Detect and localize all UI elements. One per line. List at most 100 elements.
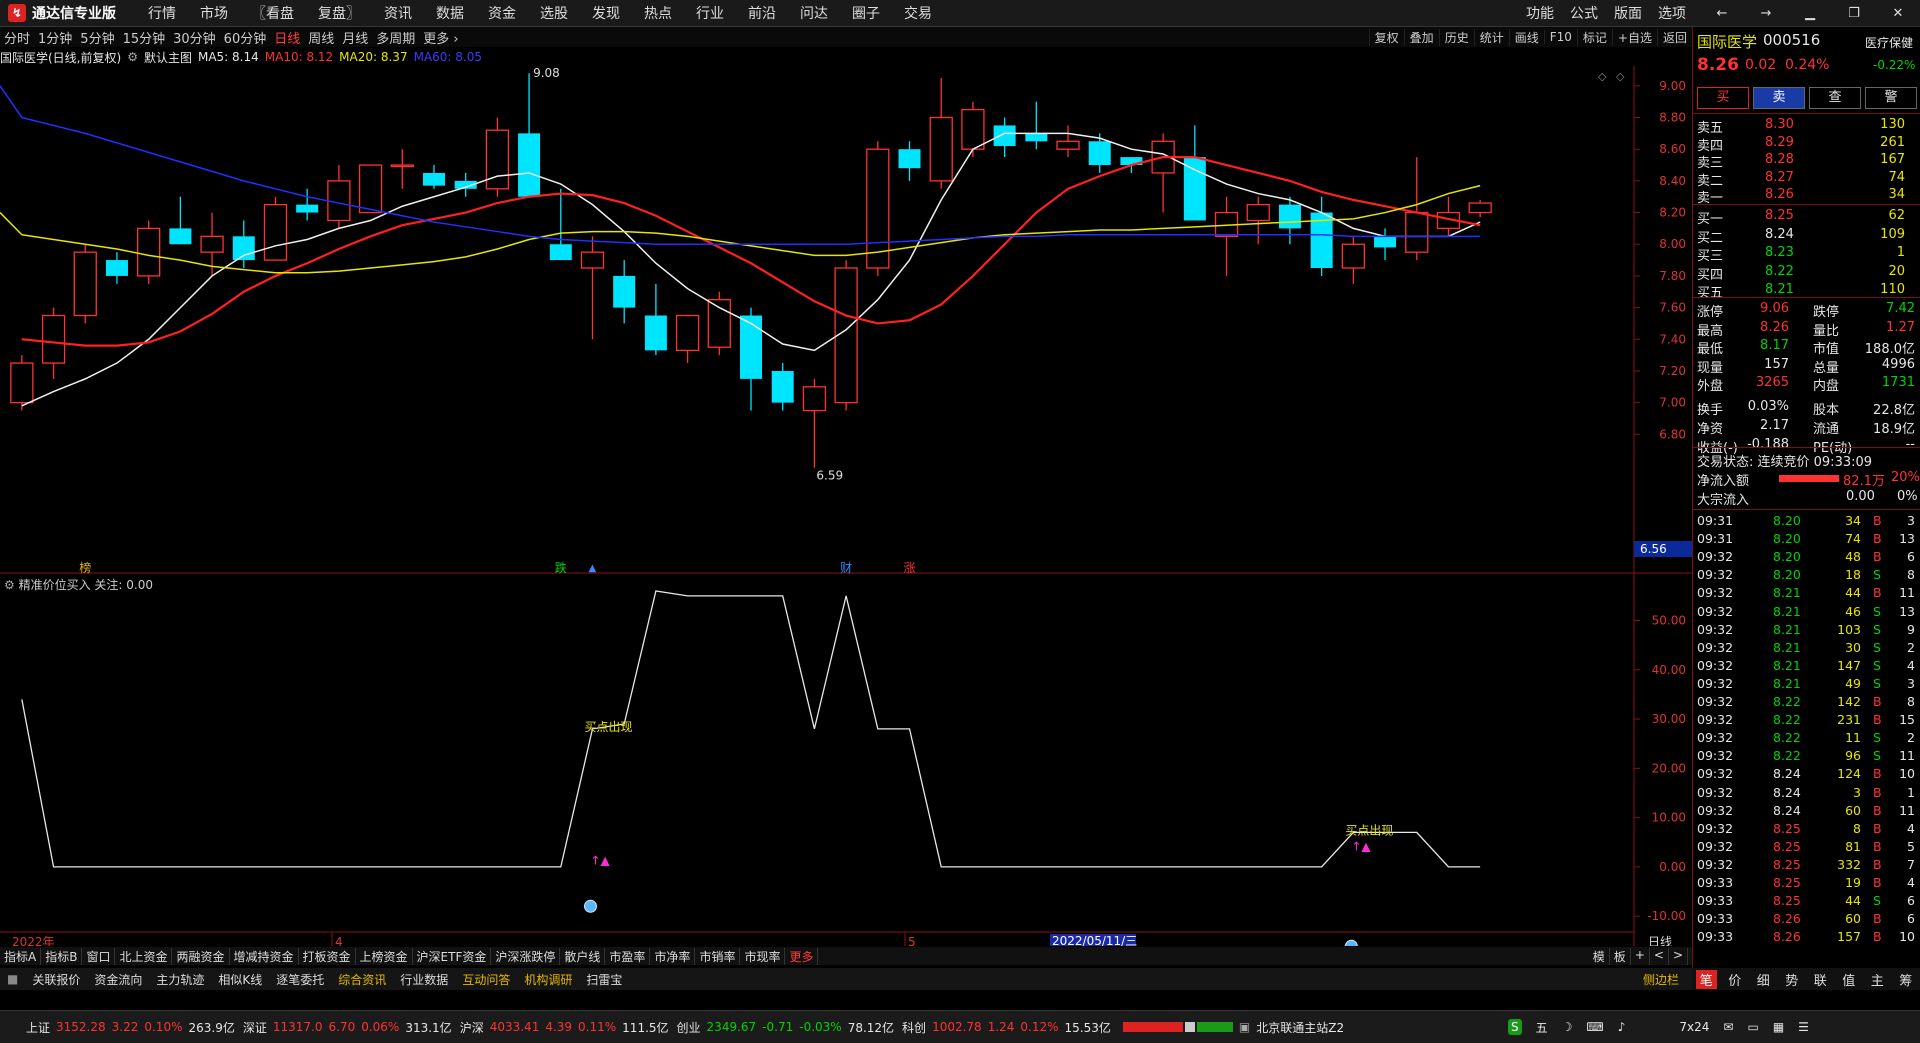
indicator-tab-0[interactable]: 指标A xyxy=(0,947,42,965)
chart-tool-8[interactable]: 返回 xyxy=(1656,28,1692,46)
event-arrow-icon[interactable]: ▲ xyxy=(588,563,596,574)
candle[interactable] xyxy=(263,196,288,261)
settings-icon[interactable]: ⚙ xyxy=(127,50,138,64)
menu-item-7[interactable]: 选股 xyxy=(528,3,580,23)
period-tab-0[interactable]: 分时 xyxy=(0,28,34,47)
menu-item-10[interactable]: 行业 xyxy=(684,3,736,23)
keyboard-icon[interactable]: ⌨ xyxy=(1586,1020,1603,1034)
chart-tool-1[interactable]: 叠加 xyxy=(1403,28,1439,46)
info-tab-1[interactable]: 资金流向 xyxy=(87,971,149,988)
menu-item-8[interactable]: 发现 xyxy=(580,3,632,23)
quote-tab-5[interactable]: 值 xyxy=(1838,970,1859,989)
indicator-tab-15[interactable]: 更多 xyxy=(785,947,819,965)
indicator-tab-9[interactable]: 沪深涨跌停 xyxy=(491,947,561,965)
index-label[interactable]: 沪深 xyxy=(460,1019,484,1036)
candle[interactable] xyxy=(866,141,890,276)
minimize-icon[interactable]: ▁ xyxy=(1788,6,1832,21)
moon-icon[interactable]: ☽ xyxy=(1562,1020,1573,1034)
chart-tool-2[interactable]: 历史 xyxy=(1438,28,1474,46)
voice-icon[interactable]: ♪ xyxy=(1618,1020,1626,1034)
collapse-icon[interactable]: ◇ xyxy=(1616,70,1625,83)
quote-tab-7[interactable]: 筹 xyxy=(1895,970,1916,989)
indicator-settings-icon[interactable]: ⚙ xyxy=(4,578,15,592)
ask-row[interactable]: 卖三 8.28 167 xyxy=(1693,152,1920,171)
event-mark[interactable]: 榜 xyxy=(79,560,91,575)
menu-item-11[interactable]: 前沿 xyxy=(736,3,788,23)
grid-icon[interactable]: ▦ xyxy=(1773,1020,1784,1034)
index-label[interactable]: 创业 xyxy=(677,1019,701,1036)
menu-function[interactable]: 功能 xyxy=(1518,3,1562,23)
board-button[interactable]: 板 xyxy=(1610,947,1631,965)
menu-item-4[interactable]: 资讯 xyxy=(372,3,424,23)
menu-item-1[interactable]: 市场 xyxy=(188,3,240,23)
restore-icon[interactable]: ❐ xyxy=(1832,6,1876,21)
sector-name[interactable]: 医疗保健 xyxy=(1865,34,1913,51)
menu-item-3[interactable]: 复盘〗 xyxy=(306,3,372,23)
menu-item-2[interactable]: 〖看盘 xyxy=(240,3,306,23)
quote-tab-6[interactable]: 主 xyxy=(1867,970,1888,989)
info-tab-3[interactable]: 相似K线 xyxy=(211,971,269,988)
period-tab-7[interactable]: 周线 xyxy=(304,28,338,47)
ask-row[interactable]: 卖一 8.26 34 xyxy=(1693,187,1920,206)
input-mode[interactable]: 五 xyxy=(1536,1019,1548,1036)
sell-button[interactable]: 卖 xyxy=(1753,87,1805,109)
event-mark[interactable]: 财 xyxy=(840,561,852,575)
period-tab-6[interactable]: 日线 xyxy=(270,28,304,47)
bid-row[interactable]: 买二 8.24 109 xyxy=(1693,227,1920,246)
info-tab-7[interactable]: 互动问答 xyxy=(455,971,517,988)
ask-row[interactable]: 卖五 8.30 130 xyxy=(1693,117,1920,136)
candle[interactable] xyxy=(707,291,731,356)
menu-item-12[interactable]: 问达 xyxy=(788,3,840,23)
period-tab-2[interactable]: 5分钟 xyxy=(76,28,118,47)
chart-tool-4[interactable]: 画线 xyxy=(1508,28,1544,46)
menu-options[interactable]: 选项 xyxy=(1650,3,1694,23)
period-tab-10[interactable]: 更多 › xyxy=(419,28,462,47)
monitor-icon[interactable]: ▭ xyxy=(1747,1020,1758,1034)
indicator-tab-2[interactable]: 窗口 xyxy=(82,947,116,965)
bid-row[interactable]: 买一 8.25 62 xyxy=(1693,208,1920,227)
index-label[interactable]: 上证 xyxy=(26,1019,50,1036)
tab-next-button[interactable]: > xyxy=(1669,947,1688,965)
indicator-tab-7[interactable]: 上榜资金 xyxy=(356,947,413,965)
buy-button[interactable]: 买 xyxy=(1697,87,1749,109)
news-7x24[interactable]: 7x24 xyxy=(1679,1020,1709,1034)
period-tab-9[interactable]: 多周期 xyxy=(372,28,419,47)
indicator-tab-6[interactable]: 打板资金 xyxy=(299,947,356,965)
info-tab-5[interactable]: 综合资讯 xyxy=(331,971,393,988)
list-icon[interactable]: ☰ xyxy=(1798,1020,1809,1034)
add-tab-button[interactable]: + xyxy=(1631,947,1650,965)
chart-template[interactable]: 默认主图 xyxy=(144,49,192,66)
menu-item-9[interactable]: 热点 xyxy=(632,3,684,23)
ask-row[interactable]: 卖二 8.27 74 xyxy=(1693,170,1920,189)
info-tab-0[interactable]: 关联报价 xyxy=(25,971,87,988)
stop-icon[interactable]: ■ xyxy=(0,972,25,986)
chart-tool-6[interactable]: 标记 xyxy=(1576,28,1612,46)
chart-tool-3[interactable]: 统计 xyxy=(1473,28,1509,46)
forward-icon[interactable]: → xyxy=(1744,6,1788,21)
tab-prev-button[interactable]: < xyxy=(1650,947,1669,965)
menu-item-5[interactable]: 数据 xyxy=(424,3,476,23)
s-logo-icon[interactable]: S xyxy=(1508,1019,1522,1035)
candle[interactable] xyxy=(137,220,161,284)
period-tab-4[interactable]: 30分钟 xyxy=(169,28,220,47)
info-tab-8[interactable]: 机构调研 xyxy=(517,971,579,988)
chart-tool-0[interactable]: 复权 xyxy=(1368,28,1404,46)
quote-tab-3[interactable]: 势 xyxy=(1781,970,1802,989)
indicator-tab-5[interactable]: 增减持资金 xyxy=(230,947,299,965)
chart-tool-7[interactable]: +自选 xyxy=(1611,28,1657,46)
indicator-tab-12[interactable]: 市净率 xyxy=(650,947,696,965)
quote-tab-1[interactable]: 价 xyxy=(1724,970,1745,989)
indicator-tab-8[interactable]: 沪深ETF资金 xyxy=(413,947,492,965)
quote-tab-2[interactable]: 细 xyxy=(1753,970,1774,989)
menu-layout[interactable]: 版面 xyxy=(1606,3,1650,23)
indicator-tab-1[interactable]: 指标B xyxy=(41,947,83,965)
indicator-tab-13[interactable]: 市销率 xyxy=(695,947,741,965)
menu-formula[interactable]: 公式 xyxy=(1562,3,1606,23)
chart-tool-5[interactable]: F10 xyxy=(1543,30,1577,44)
menu-item-0[interactable]: 行情 xyxy=(136,3,188,23)
menu-item-6[interactable]: 资金 xyxy=(476,3,528,23)
event-mark[interactable]: 跌 xyxy=(555,560,567,575)
bid-row[interactable]: 买四 8.22 20 xyxy=(1693,264,1920,283)
candle[interactable] xyxy=(73,244,97,324)
menu-item-13[interactable]: 圈子 xyxy=(840,3,892,23)
